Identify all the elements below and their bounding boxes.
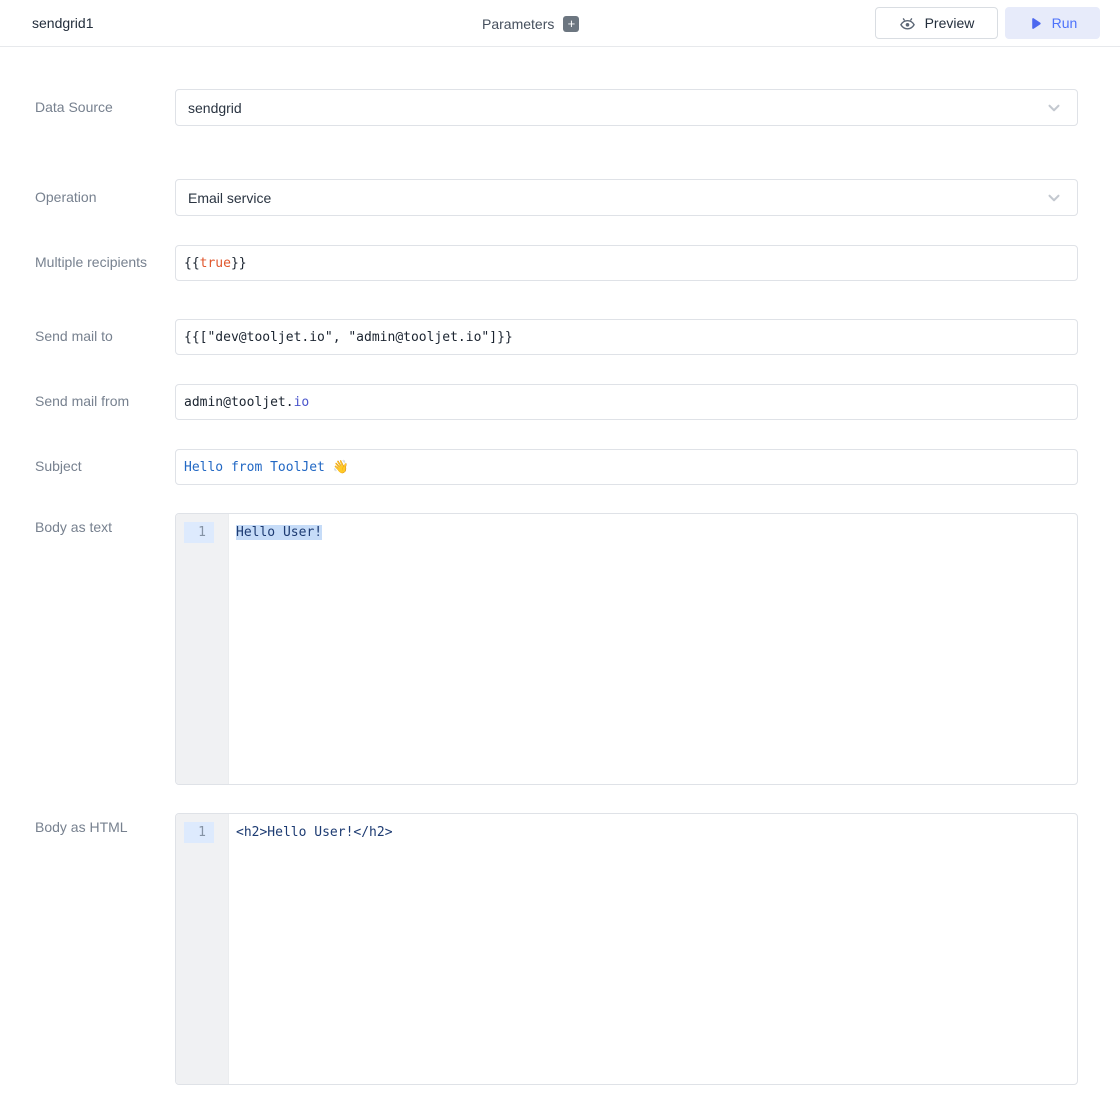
body-as-text-editor[interactable]: 1 Hello User! (175, 513, 1078, 785)
preview-button-label: Preview (925, 15, 975, 31)
query-config-form: Data Source sendgrid Operation Email ser… (0, 89, 1120, 1100)
send-mail-from-input[interactable]: admin@tooljet.io (175, 384, 1078, 420)
editor-gutter: 1 (176, 514, 229, 784)
eye-icon (899, 15, 916, 32)
body-as-text-label: Body as text (35, 513, 175, 539)
code-brace: }} (231, 256, 247, 271)
multiple-recipients-label: Multiple recipients (35, 252, 175, 274)
selected-code: Hello User! (236, 525, 322, 540)
send-mail-to-row: Send mail to {{["dev@tooljet.io", "admin… (35, 319, 1078, 355)
query-editor-header: sendgrid1 Parameters + Preview (0, 0, 1120, 47)
send-mail-to-input[interactable]: {{["dev@tooljet.io", "admin@tooljet.io"]… (175, 319, 1078, 355)
line-number: 1 (184, 822, 214, 843)
code-atom: true (200, 256, 231, 271)
operation-select[interactable]: Email service (175, 179, 1078, 216)
chevron-down-icon (1045, 189, 1063, 207)
code-dot: . (286, 395, 294, 410)
body-as-html-content[interactable]: <h2>Hello User!</h2> (229, 814, 1077, 1084)
send-mail-from-row: Send mail from admin@tooljet.io (35, 384, 1078, 420)
code-text: {{["dev@tooljet.io", "admin@tooljet.io"]… (184, 330, 513, 345)
code-text: admin@tooljet (184, 395, 286, 410)
data-source-value: sendgrid (188, 100, 1045, 116)
run-button[interactable]: Run (1005, 7, 1100, 39)
code-line: <h2>Hello User!</h2> (236, 825, 393, 840)
operation-row: Operation Email service (35, 179, 1078, 216)
operation-label: Operation (35, 187, 175, 209)
subject-row: Subject Hello from ToolJet 👋 (35, 449, 1078, 485)
play-icon (1028, 16, 1043, 31)
code-property: io (294, 395, 310, 410)
code-brace: {{ (184, 256, 200, 271)
plus-icon: + (568, 17, 576, 31)
parameters-label: Parameters (482, 16, 554, 32)
data-source-select[interactable]: sendgrid (175, 89, 1078, 126)
query-name[interactable]: sendgrid1 (32, 15, 94, 31)
code-string: Hello from ToolJet 👋 (184, 460, 349, 475)
editor-gutter: 1 (176, 814, 229, 1084)
add-parameter-button[interactable]: + (563, 16, 579, 32)
preview-button[interactable]: Preview (875, 7, 998, 39)
body-as-html-label: Body as HTML (35, 813, 175, 839)
multiple-recipients-input[interactable]: {{true}} (175, 245, 1078, 281)
data-source-row: Data Source sendgrid (35, 89, 1078, 126)
subject-input[interactable]: Hello from ToolJet 👋 (175, 449, 1078, 485)
send-mail-from-label: Send mail from (35, 391, 175, 413)
parameters-section: Parameters + (482, 0, 579, 47)
body-as-text-content[interactable]: Hello User! (229, 514, 1077, 784)
operation-value: Email service (188, 190, 1045, 206)
multiple-recipients-row: Multiple recipients {{true}} (35, 245, 1078, 281)
subject-label: Subject (35, 456, 175, 478)
run-button-label: Run (1052, 15, 1078, 31)
data-source-label: Data Source (35, 97, 175, 119)
header-actions: Preview Run (875, 7, 1100, 39)
body-as-html-row: Body as HTML 1 <h2>Hello User!</h2> (35, 813, 1078, 1085)
line-number: 1 (184, 522, 214, 543)
chevron-down-icon (1045, 99, 1063, 117)
body-as-html-editor[interactable]: 1 <h2>Hello User!</h2> (175, 813, 1078, 1085)
body-as-text-row: Body as text 1 Hello User! (35, 513, 1078, 785)
send-mail-to-label: Send mail to (35, 326, 175, 348)
